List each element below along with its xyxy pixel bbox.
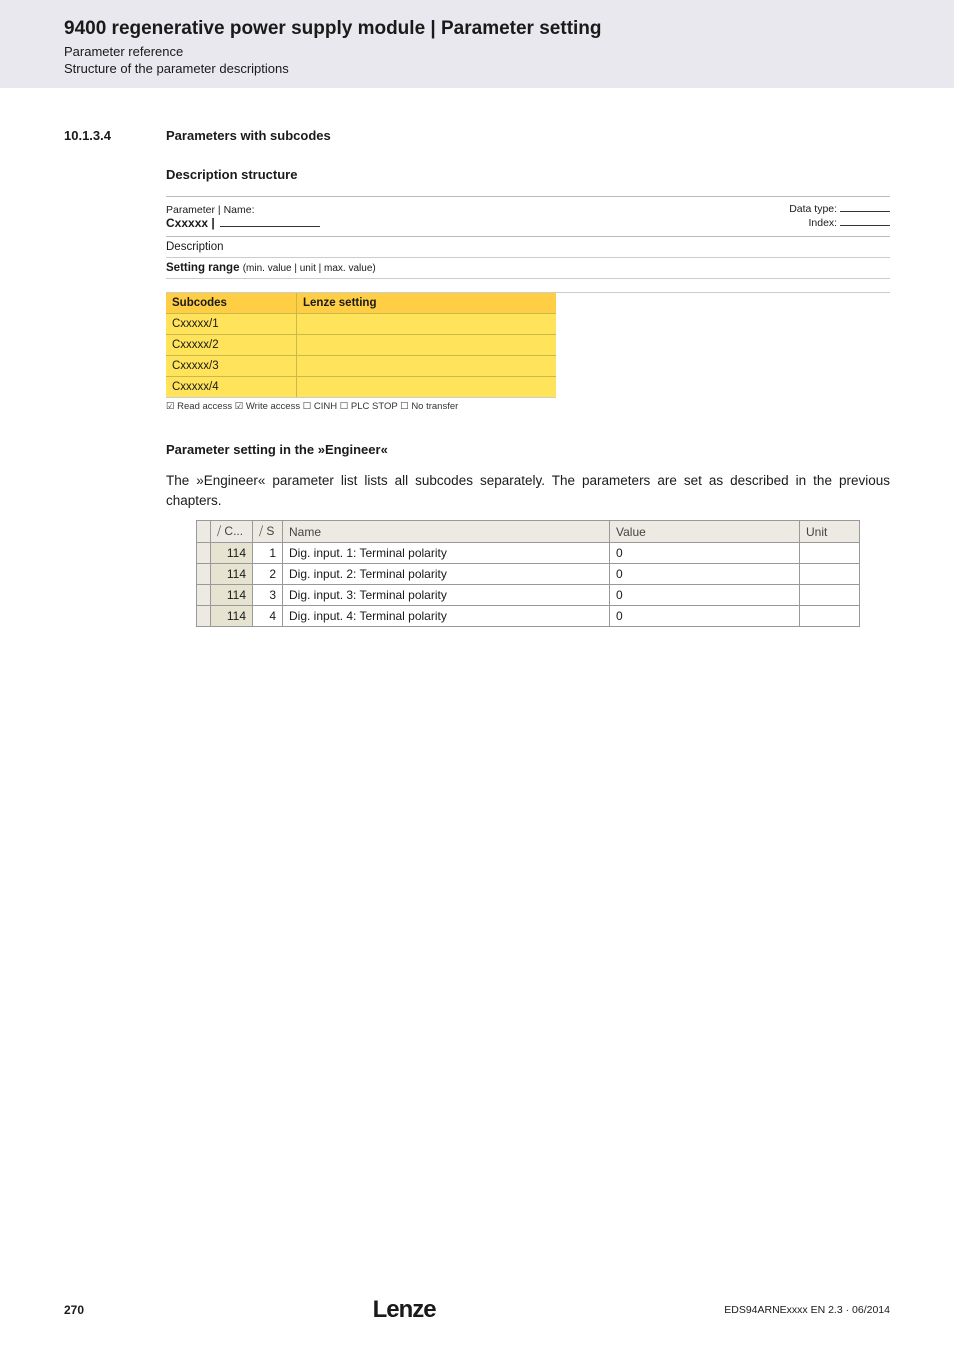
doc-reference: EDS94ARNExxxx EN 2.3 · 06/2014 — [724, 1304, 890, 1316]
engineer-heading: Parameter setting in the »Engineer« — [166, 442, 890, 457]
setting-range-label: Setting range — [166, 262, 239, 274]
data-type-label: Data type: — [789, 203, 837, 215]
s-cell: 1 — [253, 543, 283, 564]
c-cell: 114 — [211, 585, 253, 606]
engineer-paragraph: The »Engineer« parameter list lists all … — [166, 471, 890, 510]
subcodes-header: Subcodes — [166, 293, 296, 313]
name-cell: Dig. input. 4: Terminal polarity — [283, 606, 610, 627]
value-cell: 0 — [610, 606, 800, 627]
value-cell: 0 — [610, 564, 800, 585]
c-cell: 114 — [211, 543, 253, 564]
engineer-parameter-table: ⧸ C... ⧸ S Name Value Unit 114 1 Dig. in… — [196, 520, 860, 627]
param-code-placeholder: Cxxxxx | — [166, 216, 215, 230]
col-value-header: Value — [610, 521, 800, 543]
table-row: 114 4 Dig. input. 4: Terminal polarity 0 — [197, 606, 860, 627]
subcode-setting — [296, 356, 556, 376]
unit-cell — [800, 606, 860, 627]
param-name-blank — [220, 226, 320, 227]
subcode-setting — [296, 314, 556, 334]
s-cell: 2 — [253, 564, 283, 585]
subcode-setting — [296, 377, 556, 397]
col-c-header: ⧸ C... — [211, 521, 253, 543]
table-header-row: ⧸ C... ⧸ S Name Value Unit — [197, 521, 860, 543]
index-label: Index: — [808, 217, 837, 229]
lenze-setting-header: Lenze setting — [296, 293, 556, 313]
data-type-blank — [840, 211, 890, 212]
access-flags: ☑ Read access ☑ Write access ☐ CINH ☐ PL… — [166, 398, 890, 418]
subcodes-block: Subcodes Lenze setting Cxxxxx/1 Cxxxxx/2… — [166, 293, 556, 398]
param-name-label: Parameter | Name: — [166, 204, 320, 216]
setting-range-row: Setting range (min. value | unit | max. … — [166, 258, 890, 279]
c-cell: 114 — [211, 564, 253, 585]
description-row: Description — [166, 237, 890, 258]
setting-range-detail: (min. value | unit | max. value) — [243, 263, 376, 274]
parameter-structure-box: Parameter | Name: Cxxxxx | Data type: In… — [166, 196, 890, 418]
setting-range-empty-row — [166, 279, 890, 293]
s-cell: 4 — [253, 606, 283, 627]
unit-cell — [800, 543, 860, 564]
subcode-setting — [296, 335, 556, 355]
doc-sub1: Parameter reference — [0, 40, 954, 59]
name-cell: Dig. input. 3: Terminal polarity — [283, 585, 610, 606]
unit-cell — [800, 564, 860, 585]
expand-cell — [197, 606, 211, 627]
expand-cell — [197, 543, 211, 564]
subcode-row: Cxxxxx/4 — [166, 377, 296, 397]
unit-cell — [800, 585, 860, 606]
section-heading-row: 10.1.3.4 Parameters with subcodes — [64, 128, 890, 143]
lenze-logo: Lenze — [373, 1296, 436, 1324]
col-name-header: Name — [283, 521, 610, 543]
expand-cell — [197, 564, 211, 585]
subcode-row: Cxxxxx/1 — [166, 314, 296, 334]
section-number: 10.1.3.4 — [64, 128, 146, 143]
table-row: 114 1 Dig. input. 1: Terminal polarity 0 — [197, 543, 860, 564]
value-cell: 0 — [610, 585, 800, 606]
subcode-row: Cxxxxx/2 — [166, 335, 296, 355]
page-header-band: 9400 regenerative power supply module | … — [0, 0, 954, 88]
doc-title: 9400 regenerative power supply module | … — [0, 18, 954, 40]
index-blank — [840, 225, 890, 226]
subcode-row: Cxxxxx/3 — [166, 356, 296, 376]
expand-cell — [197, 585, 211, 606]
page-number: 270 — [64, 1303, 84, 1317]
description-structure-heading: Description structure — [166, 167, 890, 182]
c-cell: 114 — [211, 606, 253, 627]
value-cell: 0 — [610, 543, 800, 564]
col-s-header: ⧸ S — [253, 521, 283, 543]
table-row: 114 3 Dig. input. 3: Terminal polarity 0 — [197, 585, 860, 606]
s-cell: 3 — [253, 585, 283, 606]
col-expand-header — [197, 521, 211, 543]
table-row: 114 2 Dig. input. 2: Terminal polarity 0 — [197, 564, 860, 585]
section-title: Parameters with subcodes — [166, 128, 331, 143]
col-unit-header: Unit — [800, 521, 860, 543]
name-cell: Dig. input. 1: Terminal polarity — [283, 543, 610, 564]
doc-sub2: Structure of the parameter descriptions — [0, 59, 954, 76]
name-cell: Dig. input. 2: Terminal polarity — [283, 564, 610, 585]
page-footer: 270 Lenze EDS94ARNExxxx EN 2.3 · 06/2014 — [0, 1296, 954, 1324]
